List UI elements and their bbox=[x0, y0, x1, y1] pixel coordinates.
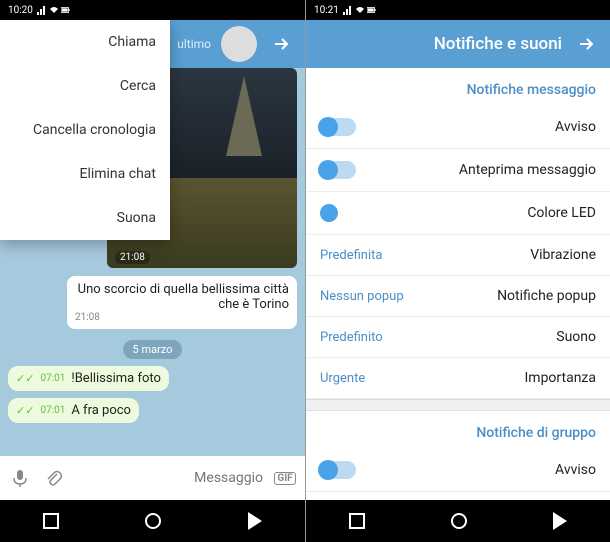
chat-context-menu: Chiama Cerca Cancella cronologia Elimina… bbox=[0, 20, 170, 240]
toggle-knob bbox=[318, 117, 338, 137]
voice-button[interactable] bbox=[8, 466, 32, 490]
nav-back-button[interactable] bbox=[248, 512, 262, 530]
row-avviso[interactable]: Avviso bbox=[306, 106, 610, 149]
message-time: 07:01 bbox=[40, 373, 65, 384]
row-led[interactable]: Colore LED bbox=[306, 192, 610, 235]
menu-item-delete-chat[interactable]: Elimina chat bbox=[0, 152, 170, 196]
row-label: Avviso bbox=[555, 462, 596, 478]
status-time: 10:20 bbox=[8, 5, 33, 16]
arrow-forward-icon bbox=[576, 34, 596, 54]
section-header-groups: Notifiche di gruppo bbox=[306, 411, 610, 449]
row-suono[interactable]: Suono Predefinito bbox=[306, 317, 610, 358]
incoming-message[interactable]: Bellissima foto! 07:01 ✓✓ bbox=[8, 366, 169, 391]
status-bar: 10:20 bbox=[0, 0, 305, 20]
section-header-messages: Notifiche messaggio bbox=[306, 68, 610, 106]
settings-list[interactable]: Notifiche messaggio Avviso Anteprima mes… bbox=[306, 68, 610, 500]
row-label: Importanza bbox=[524, 370, 596, 386]
menu-item-clear-history[interactable]: Cancella cronologia bbox=[0, 108, 170, 152]
row-importanza[interactable]: Importanza Urgente bbox=[306, 358, 610, 399]
android-nav-bar bbox=[306, 500, 610, 542]
row-label: Colore LED bbox=[527, 205, 596, 221]
chat-screen: 10:20 ultimo 21:08 Uno scorcio di quella… bbox=[0, 0, 305, 542]
back-button[interactable] bbox=[267, 30, 295, 58]
settings-app-bar: Notifiche e suoni bbox=[306, 20, 610, 68]
settings-screen: 10:21 Notifiche e suoni Notifiche messag… bbox=[305, 0, 610, 542]
wifi-icon bbox=[49, 5, 59, 15]
row-label: Avviso bbox=[555, 119, 596, 135]
contact-title-block[interactable]: ultimo bbox=[177, 37, 211, 51]
row-anteprima[interactable]: Anteprima messaggio bbox=[306, 149, 610, 192]
gif-icon: GIF bbox=[274, 472, 295, 485]
message-input-bar: GIF bbox=[0, 456, 305, 500]
attach-button[interactable] bbox=[42, 466, 66, 490]
message-text: Bellissima foto! bbox=[71, 371, 161, 386]
android-nav-bar bbox=[0, 500, 305, 542]
nav-back-button[interactable] bbox=[553, 512, 567, 530]
toggle-knob bbox=[318, 460, 338, 480]
back-button[interactable] bbox=[572, 30, 600, 58]
microphone-icon bbox=[10, 468, 30, 488]
contact-avatar[interactable] bbox=[221, 26, 257, 62]
outgoing-message[interactable]: Uno scorcio di quella bellissima città c… bbox=[67, 276, 297, 329]
toggle-anteprima[interactable] bbox=[320, 161, 356, 179]
date-separator: 5 marzo bbox=[123, 340, 183, 359]
row-label: Suono bbox=[556, 329, 596, 345]
message-time: 07:01 bbox=[40, 405, 65, 416]
status-icons bbox=[343, 5, 377, 15]
message-text: Uno scorcio di quella bellissima città c… bbox=[78, 282, 289, 312]
row-value: Urgente bbox=[320, 371, 365, 386]
row-label: Notifiche popup bbox=[497, 288, 596, 304]
nav-recent-button[interactable] bbox=[43, 513, 59, 529]
row-value: Predefinita bbox=[320, 248, 382, 263]
nav-home-button[interactable] bbox=[145, 513, 161, 529]
status-time: 10:21 bbox=[314, 5, 339, 16]
battery-icon bbox=[61, 5, 71, 15]
message-time: 21:08 bbox=[75, 312, 289, 323]
paperclip-icon bbox=[44, 468, 64, 488]
led-color-swatch bbox=[320, 204, 338, 222]
row-value: Nessun popup bbox=[320, 289, 404, 304]
signal-icon bbox=[37, 5, 47, 15]
row-popup[interactable]: Notifiche popup Nessun popup bbox=[306, 276, 610, 317]
toggle-group-avviso[interactable] bbox=[320, 461, 356, 479]
menu-item-search[interactable]: Cerca bbox=[0, 64, 170, 108]
toggle-avviso[interactable] bbox=[320, 118, 356, 136]
message-input[interactable] bbox=[76, 470, 263, 486]
row-vibrazione[interactable]: Vibrazione Predefinita bbox=[306, 235, 610, 276]
read-ticks-icon: ✓✓ bbox=[16, 404, 34, 417]
section-divider bbox=[306, 399, 610, 411]
menu-item-mute[interactable]: Suona bbox=[0, 196, 170, 240]
nav-home-button[interactable] bbox=[451, 513, 467, 529]
status-icons bbox=[37, 5, 71, 15]
emoji-button[interactable]: GIF bbox=[273, 466, 297, 490]
wifi-icon bbox=[355, 5, 365, 15]
row-group-avviso[interactable]: Avviso bbox=[306, 449, 610, 492]
settings-title: Notifiche e suoni bbox=[316, 34, 562, 54]
nav-recent-button[interactable] bbox=[349, 513, 365, 529]
contact-subtitle: ultimo bbox=[177, 37, 211, 51]
signal-icon bbox=[343, 5, 353, 15]
toggle-knob bbox=[318, 160, 338, 180]
message-time: 21:08 bbox=[115, 251, 150, 264]
row-group-anteprima[interactable]: Anteprima messaggio bbox=[306, 492, 610, 500]
arrow-forward-icon bbox=[271, 34, 291, 54]
read-ticks-icon: ✓✓ bbox=[16, 372, 34, 385]
message-text: A fra poco bbox=[71, 403, 131, 418]
status-bar: 10:21 bbox=[306, 0, 610, 20]
incoming-message[interactable]: A fra poco 07:01 ✓✓ bbox=[8, 398, 139, 423]
row-value: Predefinito bbox=[320, 330, 383, 345]
menu-item-call[interactable]: Chiama bbox=[0, 20, 170, 64]
battery-icon bbox=[367, 5, 377, 15]
row-label: Vibrazione bbox=[530, 247, 596, 263]
photo-content bbox=[226, 76, 262, 156]
row-label: Anteprima messaggio bbox=[459, 162, 596, 178]
